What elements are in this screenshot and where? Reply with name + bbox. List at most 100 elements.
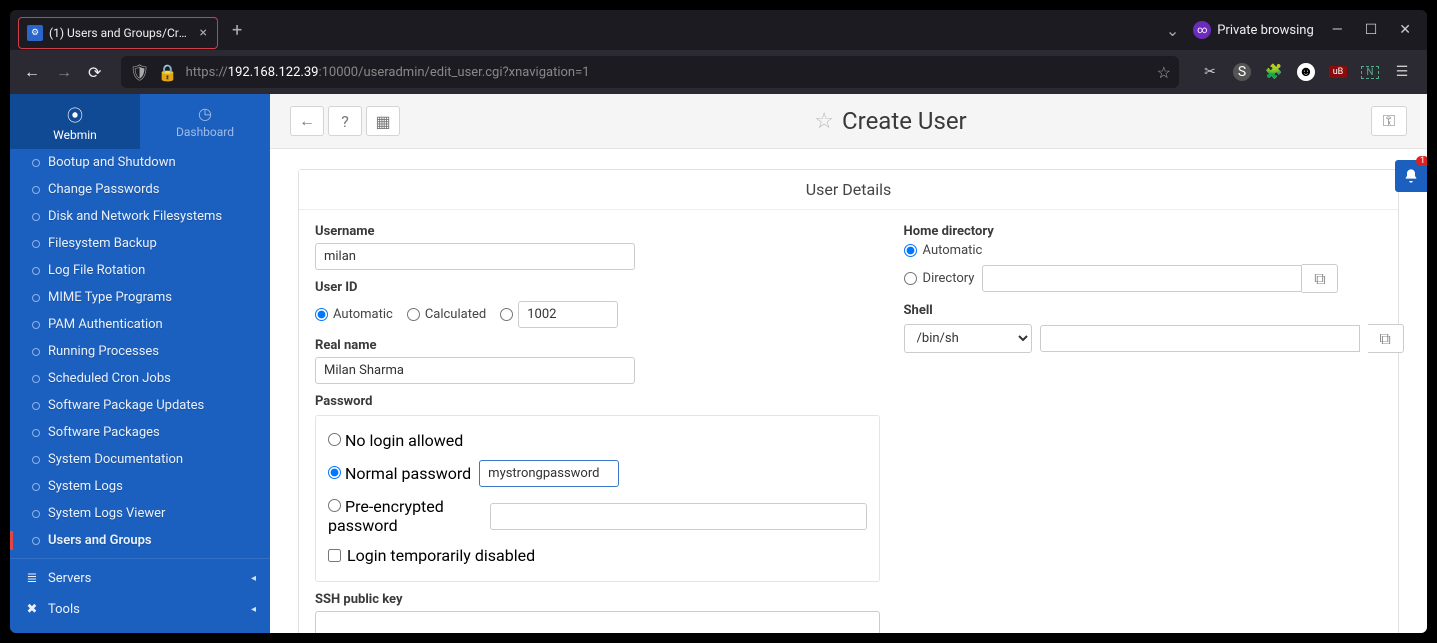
close-window-button[interactable]: ✕ <box>1395 22 1415 38</box>
label-shell: Shell <box>904 303 1404 318</box>
label-homedir: Home directory <box>904 224 1404 239</box>
sidebar-cat-servers[interactable]: ≣ Servers ◂ <box>10 563 270 594</box>
label-realname: Real name <box>315 338 880 353</box>
key-button[interactable]: ⚿ <box>1371 106 1407 136</box>
sidebar-item[interactable]: Running Processes <box>10 338 270 365</box>
uid-auto-radio[interactable] <box>315 308 328 321</box>
sidebar-item[interactable]: System Documentation <box>10 446 270 473</box>
bookmark-star-icon[interactable]: ☆ <box>1157 63 1171 82</box>
label-password: Password <box>315 394 880 409</box>
nav-tab-webmin[interactable]: ⦿ Webmin <box>10 94 140 149</box>
user-details-panel: User Details Username User ID Automatic … <box>298 169 1399 633</box>
ssh-key-textarea[interactable] <box>315 611 880 633</box>
label-userid: User ID <box>315 280 880 295</box>
realname-input[interactable] <box>315 357 635 384</box>
webmin-sidebar: ⦿ Webmin ◷ Dashboard Bootup and Shutdown… <box>10 94 270 633</box>
pw-nologin-option[interactable]: No login allowed <box>328 431 463 450</box>
caret-left-icon: ◂ <box>251 573 256 584</box>
forward-button[interactable]: → <box>52 58 76 86</box>
password-box: No login allowed Normal password Pre-enc… <box>315 415 880 582</box>
sidebar-item[interactable]: Bootup and Shutdown <box>10 149 270 176</box>
sidebar-item-users-groups[interactable]: Users and Groups <box>10 527 270 554</box>
sidebar-cat-tools[interactable]: ✖ Tools ◂ <box>10 594 270 625</box>
tab-title: (1) Users and Groups/Create <box>49 26 192 40</box>
menu-icon[interactable]: ☰ <box>1393 64 1411 80</box>
sidebar-item[interactable]: MIME Type Programs <box>10 284 270 311</box>
sidebar-item[interactable]: PAM Authentication <box>10 311 270 338</box>
reload-button[interactable]: ⟳ <box>84 59 105 86</box>
private-browsing-indicator: ∞ Private browsing <box>1193 21 1314 39</box>
browser-tab[interactable]: ⚙ (1) Users and Groups/Create × <box>18 17 218 49</box>
shell-picker-button[interactable]: ⧉ <box>1368 324 1404 353</box>
extensions-icon[interactable]: 🧩 <box>1265 64 1283 80</box>
back-page-button[interactable]: ← <box>290 106 324 136</box>
shell-select[interactable]: /bin/sh <box>904 324 1032 353</box>
sidebar-item[interactable]: Scheduled Cron Jobs <box>10 365 270 392</box>
minimize-button[interactable]: — <box>1328 22 1347 38</box>
pw-normal-radio[interactable] <box>328 466 341 479</box>
uid-manual-option[interactable] <box>500 301 618 328</box>
sidebar-item[interactable]: System Logs Viewer <box>10 500 270 527</box>
nav-tab-dashboard[interactable]: ◷ Dashboard <box>140 94 270 149</box>
pre-password-input[interactable] <box>490 503 867 530</box>
notification-count: 1 <box>1416 156 1427 166</box>
uid-manual-radio[interactable] <box>500 308 513 321</box>
pw-nologin-radio[interactable] <box>328 433 341 446</box>
pw-normal-option[interactable]: Normal password <box>328 464 471 483</box>
tools-icon: ✖ <box>24 602 40 617</box>
webmin-favicon: ⚙ <box>27 25 43 41</box>
url-bar[interactable]: 🛡 🔒 https://192.168.122.39:10000/useradm… <box>121 56 1179 88</box>
noscript-icon[interactable]: N <box>1361 66 1379 79</box>
grid-button[interactable]: ▦ <box>366 106 400 136</box>
browser-tabbar: ⚙ (1) Users and Groups/Create × + ⌄ ∞ Pr… <box>10 10 1427 50</box>
browser-toolbar: ← → ⟳ 🛡 🔒 https://192.168.122.39:10000/u… <box>10 50 1427 94</box>
favorite-star-icon[interactable]: ☆ <box>814 109 834 134</box>
uid-calc-radio[interactable] <box>407 308 420 321</box>
webmin-icon: ⦿ <box>67 102 83 126</box>
uid-auto-option[interactable]: Automatic <box>315 307 393 322</box>
lock-icon[interactable]: 🔒 <box>158 63 178 82</box>
uid-input[interactable] <box>518 301 618 328</box>
normal-password-input[interactable] <box>479 460 619 487</box>
username-input[interactable] <box>315 243 635 270</box>
ext-icon-2[interactable]: S <box>1233 63 1251 81</box>
login-disabled-checkbox[interactable] <box>328 549 341 562</box>
close-tab-icon[interactable]: × <box>198 25 209 41</box>
shield-icon[interactable]: 🛡 <box>129 63 149 82</box>
sidebar-item[interactable]: Filesystem Backup <box>10 230 270 257</box>
home-dir-picker-button[interactable]: ⧉ <box>1302 264 1338 293</box>
page-title: Create User <box>842 107 967 135</box>
pw-pre-option[interactable]: Pre-encrypted password <box>328 497 482 535</box>
sidebar-item[interactable]: Log File Rotation <box>10 257 270 284</box>
dashboard-icon: ◷ <box>198 104 212 123</box>
back-button[interactable]: ← <box>20 58 44 86</box>
home-dir-input[interactable] <box>982 265 1302 292</box>
home-dir-radio[interactable] <box>904 272 917 285</box>
maximize-button[interactable]: ☐ <box>1361 22 1382 38</box>
ext-icon-3[interactable]: ☻ <box>1297 63 1315 81</box>
page-header: ← ? ▦ ☆ Create User ⚿ <box>270 94 1427 149</box>
bell-icon <box>1403 168 1419 184</box>
label-tmpdisabled: Login temporarily disabled <box>347 546 535 565</box>
pw-pre-radio[interactable] <box>328 499 341 512</box>
notification-bell[interactable]: 1 <box>1395 160 1427 192</box>
label-directory: Directory <box>923 271 975 286</box>
uid-calc-option[interactable]: Calculated <box>407 307 486 322</box>
sidebar-item[interactable]: Change Passwords <box>10 176 270 203</box>
incognito-icon: ∞ <box>1193 21 1211 39</box>
help-button[interactable]: ? <box>328 106 362 136</box>
servers-icon: ≣ <box>24 571 40 586</box>
sidebar-item[interactable]: System Logs <box>10 473 270 500</box>
ext-icon-1[interactable]: ✂ <box>1201 64 1219 80</box>
caret-left-icon: ◂ <box>251 604 256 615</box>
sidebar-item[interactable]: Disk and Network Filesystems <box>10 203 270 230</box>
tabs-dropdown-icon[interactable]: ⌄ <box>1166 21 1179 40</box>
sidebar-item[interactable]: Software Packages <box>10 419 270 446</box>
ublock-icon[interactable]: uB <box>1329 66 1347 78</box>
shell-custom-input[interactable] <box>1040 325 1360 352</box>
home-auto-radio[interactable] <box>904 244 917 257</box>
sidebar-item[interactable]: Software Package Updates <box>10 392 270 419</box>
new-tab-button[interactable]: + <box>232 20 242 41</box>
extension-icons: ✂ S 🧩 ☻ uB N ☰ <box>1195 63 1417 81</box>
label-username: Username <box>315 224 880 239</box>
